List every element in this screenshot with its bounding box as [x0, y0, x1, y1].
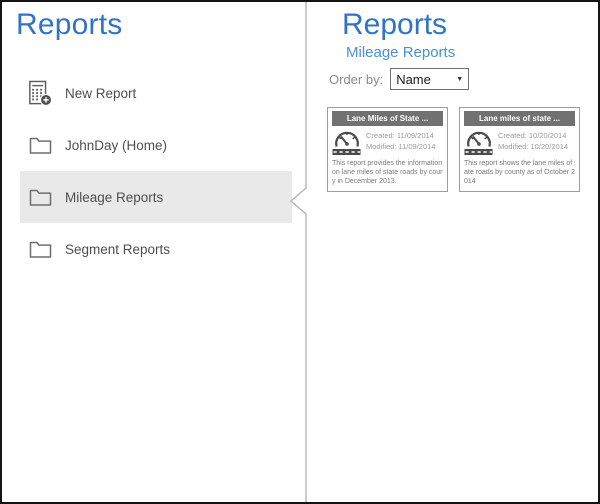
report-card-dates: Created: 10/20/2014 Modified: 10/20/2014 [498, 129, 568, 153]
sidebar-item-new-report[interactable]: New Report [2, 80, 292, 106]
sidebar-item-label: Segment Reports [65, 242, 170, 257]
new-report-icon [28, 79, 52, 107]
report-card-lane-miles-of-state-2[interactable]: Lane miles of state ... Create [459, 107, 580, 192]
order-by-row: Order by: Name ▼ [329, 68, 469, 90]
mileage-gauge-icon [464, 129, 494, 156]
sidebar-item-label: New Report [65, 86, 136, 101]
dropdown-arrow-icon: ▼ [456, 76, 463, 83]
description-line: on lane miles of state roads by count [332, 168, 443, 177]
folder-icon [28, 240, 52, 259]
folder-icon [28, 136, 52, 155]
report-card-description: This report provides the information on … [332, 159, 443, 186]
page-title: Reports [342, 8, 447, 42]
modified-date: Modified: 10/20/2014 [498, 142, 568, 153]
description-line: ate roads by county as of October 2 [464, 168, 575, 177]
description-line: y in December 2013. [332, 177, 443, 186]
sidebar-item-johnday-home[interactable]: JohnDay (Home) [2, 132, 292, 158]
mileage-gauge-icon [332, 129, 362, 156]
description-line: 014 [464, 177, 575, 186]
report-card-dates: Created: 11/09/2014 Modified: 11/09/2014 [366, 129, 436, 153]
description-line: This report shows the lane miles of st [464, 159, 575, 168]
sidebar-title: Reports [16, 8, 122, 42]
sidebar-item-label: Mileage Reports [65, 190, 163, 205]
sidebar-item-label: JohnDay (Home) [65, 138, 167, 153]
created-date: Created: 11/09/2014 [366, 131, 436, 142]
report-card-lane-miles-of-state[interactable]: Lane Miles of State ... Create [327, 107, 448, 192]
sidebar-item-segment-reports[interactable]: Segment Reports [2, 236, 292, 262]
sidebar-item-mileage-reports[interactable]: Mileage Reports [2, 184, 292, 210]
page-subtitle: Mileage Reports [346, 44, 455, 61]
order-by-label: Order by: [329, 72, 383, 87]
modified-date: Modified: 11/09/2014 [366, 142, 436, 153]
order-by-select[interactable]: Name ▼ [390, 68, 469, 90]
created-date: Created: 10/20/2014 [498, 131, 568, 142]
folder-icon [28, 188, 52, 207]
sidebar: Reports New Report [2, 2, 305, 502]
description-line: This report provides the information [332, 159, 443, 168]
report-card-title: Lane miles of state ... [464, 111, 575, 126]
reports-window: Reports New Report [0, 0, 600, 504]
main-panel: Reports Mileage Reports Order by: Name ▼… [307, 2, 600, 502]
report-card-title: Lane Miles of State ... [332, 111, 443, 126]
order-by-value: Name [396, 72, 431, 87]
report-card-description: This report shows the lane miles of st a… [464, 159, 575, 186]
